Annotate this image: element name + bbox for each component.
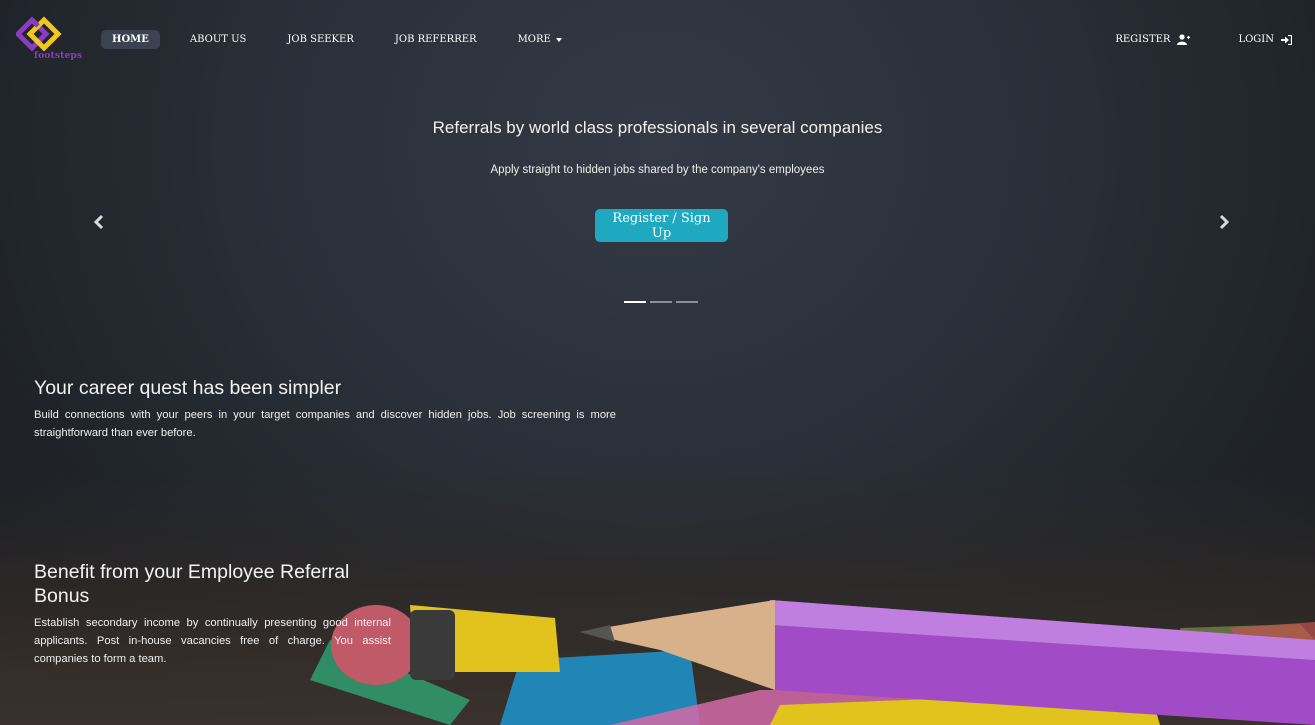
hero-subtitle: Apply straight to hidden jobs shared by …: [490, 164, 825, 176]
chevron-right-icon[interactable]: [1217, 213, 1231, 231]
feature-career-quest: Your career quest has been simpler Build…: [34, 376, 616, 442]
register-label: REGISTER: [1115, 34, 1171, 45]
register-link[interactable]: REGISTER: [1104, 30, 1201, 49]
register-signup-button[interactable]: Register / Sign Up: [595, 209, 728, 242]
feature-title: Your career quest has been simpler: [34, 377, 342, 399]
carousel-indicator-3[interactable]: [676, 301, 698, 303]
auth-nav: REGISTER LOGIN: [1078, 30, 1303, 49]
nav-job-referrer[interactable]: JOB REFERRER: [384, 30, 488, 49]
feature-text: Build connections with your peers in you…: [34, 409, 616, 439]
sign-in-icon: [1281, 34, 1292, 45]
feature-text: Establish secondary income by continuall…: [34, 617, 391, 665]
feature-referral-bonus: Benefit from your Employee Referral Bonu…: [34, 560, 391, 668]
carousel-indicator-1[interactable]: [624, 301, 646, 303]
navbar: footsteps HOME ABOUT US JOB SEEKER JOB R…: [0, 0, 1315, 80]
nav-job-seeker[interactable]: JOB SEEKER: [276, 30, 364, 49]
carousel-indicators: [624, 301, 702, 303]
nav-more-dropdown[interactable]: MORE: [507, 30, 573, 49]
nav-more-label: MORE: [517, 34, 551, 45]
user-plus-icon: [1177, 34, 1191, 45]
login-link[interactable]: LOGIN: [1227, 30, 1303, 49]
carousel-indicator-2[interactable]: [650, 301, 672, 303]
main-nav: HOME ABOUT US JOB SEEKER JOB REFERRER MO…: [101, 30, 592, 49]
nav-home[interactable]: HOME: [101, 30, 160, 49]
caret-down-icon: [555, 37, 562, 42]
feature-title: Benefit from your Employee Referral Bonu…: [34, 561, 350, 607]
hero-title: Referrals by world class professionals i…: [432, 118, 883, 137]
hero-carousel: Referrals by world class professionals i…: [0, 80, 1315, 320]
logo-text: footsteps: [34, 51, 83, 61]
nav-about-us[interactable]: ABOUT US: [179, 30, 258, 49]
login-label: LOGIN: [1238, 34, 1274, 45]
chevron-left-icon[interactable]: [92, 213, 106, 231]
